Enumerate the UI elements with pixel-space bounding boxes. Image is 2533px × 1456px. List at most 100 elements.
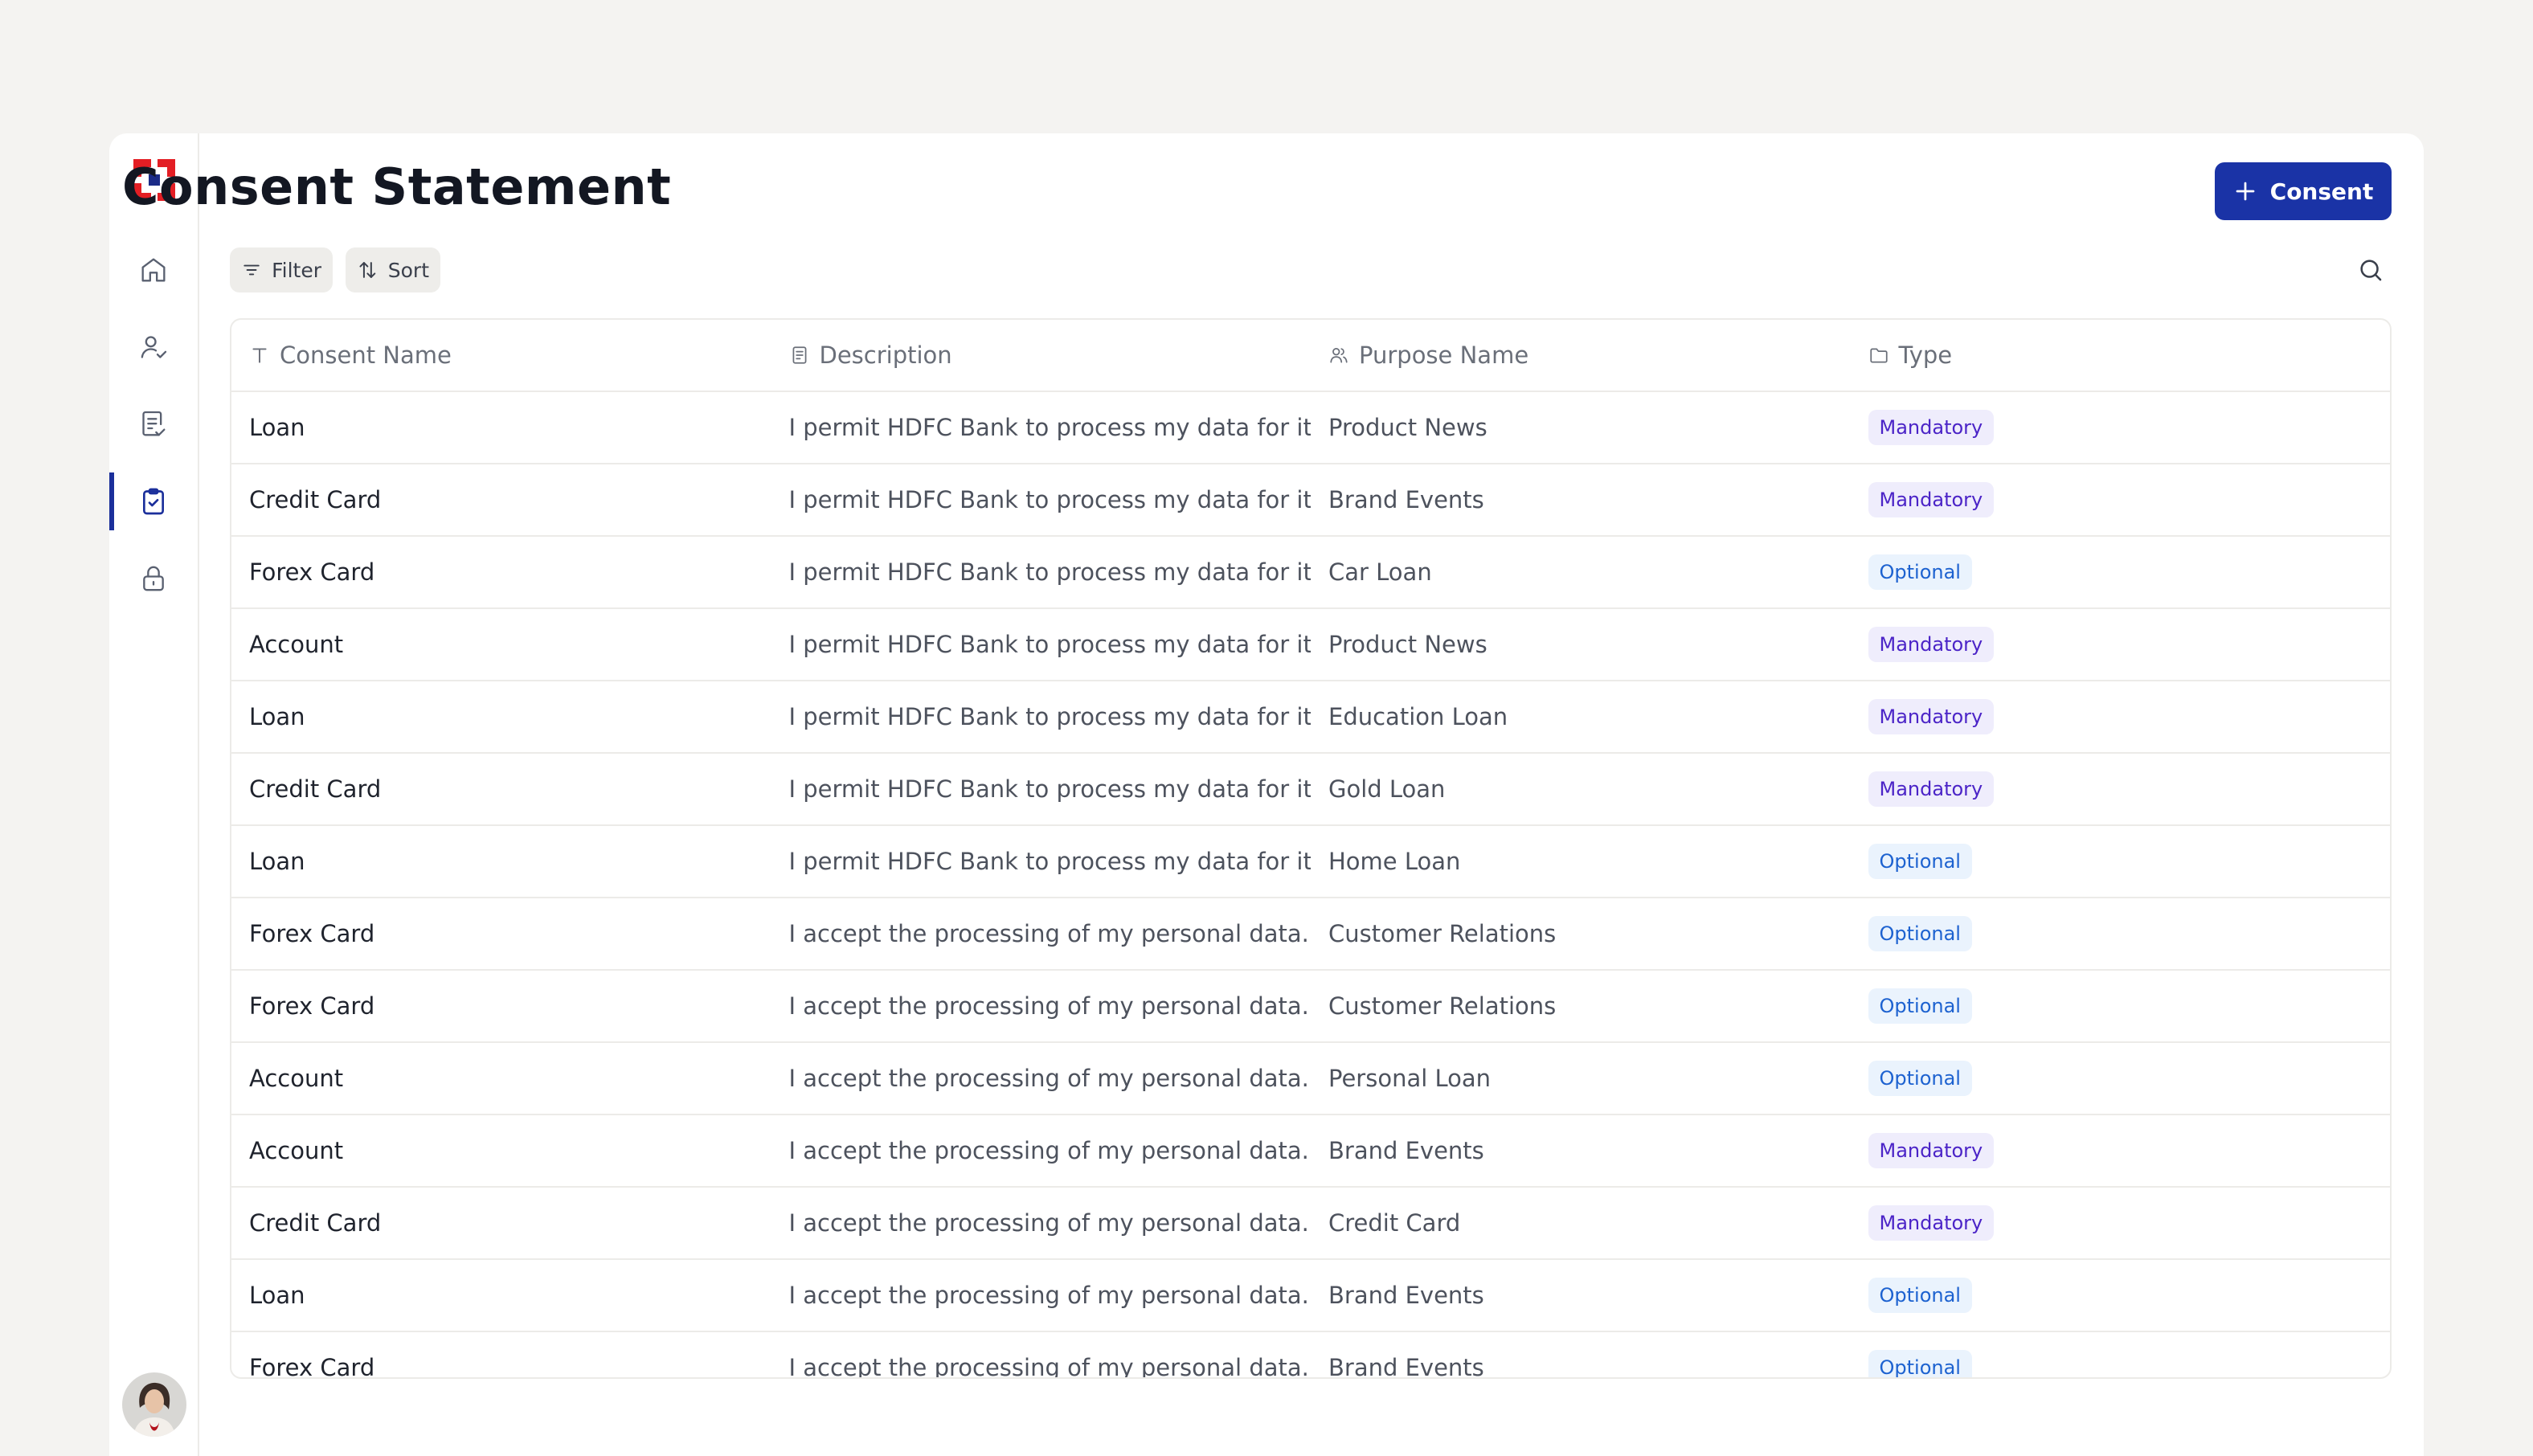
table-row[interactable]: Account I permit HDFC Bank to process my … — [231, 607, 2390, 680]
purpose-name-cell: Customer Relations — [1328, 920, 1557, 947]
type-badge: Optional — [1868, 1278, 1972, 1313]
type-badge: Mandatory — [1868, 410, 1995, 445]
consent-name-cell: Loan — [249, 703, 305, 730]
sidebar-item-consents[interactable] — [109, 472, 198, 530]
table-row[interactable]: Credit Card I accept the processing of my… — [231, 1186, 2390, 1258]
type-badge: Mandatory — [1868, 1205, 1995, 1241]
description-cell: I accept the processing of my personal d… — [788, 1282, 1309, 1309]
sidebar — [109, 133, 199, 1456]
consent-name-cell: Forex Card — [249, 558, 375, 586]
document-icon — [792, 346, 806, 364]
add-consent-button[interactable]: Consent — [2215, 162, 2392, 220]
purpose-name-cell: Brand Events — [1328, 1354, 1484, 1379]
consent-name-cell: Credit Card — [249, 1209, 382, 1237]
home-icon — [141, 258, 166, 282]
description-cell: I accept the processing of my personal d… — [788, 992, 1309, 1020]
table-row[interactable]: Forex Card I permit HDFC Bank to process … — [231, 535, 2390, 607]
type-cell: Optional — [1851, 916, 2391, 951]
type-badge: Optional — [1868, 988, 1972, 1024]
description-cell: I accept the processing of my personal d… — [788, 1137, 1309, 1164]
user-avatar[interactable] — [122, 1372, 186, 1437]
table-row[interactable]: Loan I permit HDFC Bank to process my dat… — [231, 391, 2390, 463]
description-cell: I accept the processing of my personal d… — [788, 1354, 1309, 1379]
description-cell: I permit HDFC Bank to process my data fo… — [788, 414, 1312, 441]
type-badge: Optional — [1868, 1061, 1972, 1096]
purpose-name-cell: Credit Card — [1328, 1209, 1461, 1237]
text-type-icon — [252, 348, 267, 363]
type-cell: Optional — [1851, 988, 2391, 1024]
sidebar-item-security[interactable] — [109, 550, 198, 607]
type-cell: Mandatory — [1851, 771, 2391, 807]
consent-name-cell: Loan — [249, 1282, 305, 1309]
consent-name-cell: Account — [249, 1065, 344, 1092]
table-row[interactable]: Forex Card I accept the processing of my … — [231, 1331, 2391, 1379]
user-group-icon — [1330, 348, 1348, 363]
table-body: Loan I permit HDFC Bank to process my dat… — [231, 391, 2391, 1379]
description-cell: I accept the processing of my personal d… — [788, 1065, 1309, 1092]
plus-icon — [2236, 182, 2255, 201]
type-cell: Mandatory — [1851, 699, 2391, 734]
type-cell: Optional — [1851, 1278, 2391, 1313]
type-cell: Mandatory — [1851, 410, 2391, 445]
consent-name-cell: Forex Card — [249, 1354, 375, 1379]
table-row[interactable]: Loan I permit HDFC Bank to process my dat… — [231, 680, 2390, 752]
search-icon — [2360, 260, 2382, 281]
consent-table: Consent Name Description Purpose Name Ty… — [230, 318, 2392, 1379]
table-row[interactable]: Forex Card I accept the processing of my … — [231, 897, 2390, 969]
folder-icon — [1869, 348, 1888, 363]
sidebar-item-documents[interactable] — [109, 395, 198, 453]
sort-label: Sort — [387, 258, 429, 282]
purpose-name-cell: Product News — [1328, 631, 1487, 658]
type-badge: Optional — [1868, 916, 1972, 951]
consent-name-cell: Loan — [249, 848, 305, 875]
purpose-name-cell: Home Loan — [1328, 848, 1461, 875]
purpose-name-cell: Brand Events — [1328, 486, 1484, 513]
type-cell: Mandatory — [1851, 1133, 2391, 1168]
filter-button[interactable]: Filter — [230, 247, 333, 292]
description-cell: I permit HDFC Bank to process my data fo… — [788, 631, 1312, 658]
consent-name-cell: Account — [249, 1137, 344, 1164]
column-consent-name[interactable]: Consent Name — [231, 342, 771, 369]
purpose-name-cell: Product News — [1328, 414, 1487, 441]
table-row[interactable]: Account I accept the processing of my per… — [231, 1114, 2390, 1186]
lock-icon — [143, 566, 164, 591]
purpose-name-cell: Brand Events — [1328, 1282, 1484, 1309]
column-purpose-name[interactable]: Purpose Name — [1311, 342, 1851, 369]
purpose-name-cell: Education Loan — [1328, 703, 1508, 730]
type-cell: Optional — [1851, 554, 2391, 590]
description-cell: I permit HDFC Bank to process my data fo… — [788, 775, 1312, 803]
table-row[interactable]: Credit Card I permit HDFC Bank to process… — [231, 752, 2390, 824]
type-badge: Optional — [1868, 554, 1972, 590]
column-type[interactable]: Type — [1851, 342, 2391, 369]
type-badge: Mandatory — [1868, 627, 1995, 662]
search-button[interactable] — [2355, 254, 2387, 286]
column-description[interactable]: Description — [771, 342, 1312, 369]
table-row[interactable]: Forex Card I accept the processing of my … — [231, 969, 2390, 1041]
filter-icon — [243, 264, 260, 276]
type-cell: Optional — [1851, 1350, 2391, 1377]
purpose-name-cell: Brand Events — [1328, 1137, 1484, 1164]
purpose-name-cell: Gold Loan — [1328, 775, 1446, 803]
table-header: Consent Name Description Purpose Name Ty… — [231, 320, 2390, 391]
page-title: Consent Statement — [122, 157, 672, 216]
sort-button[interactable]: Sort — [346, 247, 440, 292]
clipboard-check-icon — [143, 488, 164, 515]
table-row[interactable]: Loan I permit HDFC Bank to process my dat… — [231, 824, 2390, 897]
table-row[interactable]: Loan I accept the processing of my person… — [231, 1258, 2390, 1331]
document-check-icon — [142, 411, 166, 436]
sidebar-item-home[interactable] — [109, 241, 198, 299]
sidebar-item-users[interactable] — [109, 318, 198, 376]
consent-name-cell: Account — [249, 631, 344, 658]
type-cell: Mandatory — [1851, 1205, 2391, 1241]
table-row[interactable]: Credit Card I permit HDFC Bank to process… — [231, 463, 2390, 535]
description-cell: I permit HDFC Bank to process my data fo… — [788, 558, 1312, 586]
description-cell: I permit HDFC Bank to process my data fo… — [788, 848, 1312, 875]
description-cell: I permit HDFC Bank to process my data fo… — [788, 486, 1312, 513]
type-badge: Mandatory — [1868, 771, 1995, 807]
purpose-name-cell: Car Loan — [1328, 558, 1432, 586]
type-cell: Mandatory — [1851, 627, 2391, 662]
type-badge: Optional — [1868, 1350, 1972, 1377]
table-row[interactable]: Account I accept the processing of my per… — [231, 1041, 2390, 1114]
type-badge: Mandatory — [1868, 1133, 1995, 1168]
consent-name-cell: Credit Card — [249, 486, 382, 513]
